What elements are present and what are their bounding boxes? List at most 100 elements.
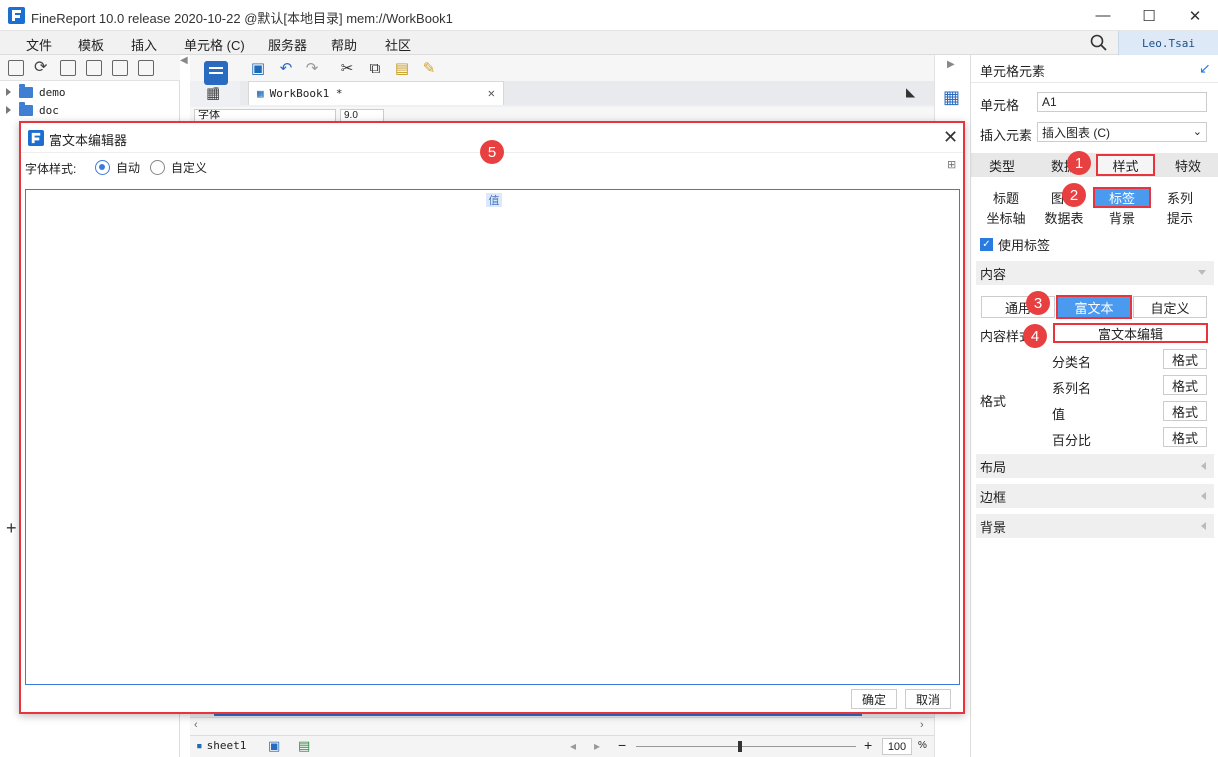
collapse-left-panel-icon[interactable]: ◀ xyxy=(180,55,190,79)
cut-icon[interactable]: ✂ xyxy=(337,58,357,78)
subtab-series[interactable]: 系列 xyxy=(1151,188,1209,207)
radio-unselected-icon[interactable] xyxy=(150,160,165,175)
radio-auto[interactable]: 自动 xyxy=(95,159,140,176)
copy-icon[interactable] xyxy=(138,60,154,76)
menu-community[interactable]: 社区 xyxy=(385,35,411,54)
copy-icon[interactable]: ⧉ xyxy=(365,58,385,78)
subtab-datasheet[interactable]: 数据表 xyxy=(1035,208,1093,227)
subtab-label[interactable]: 标签 xyxy=(1093,187,1151,208)
scroll-right-icon[interactable]: › xyxy=(920,719,924,731)
menu-cell[interactable]: 单元格 (C) xyxy=(184,35,245,54)
expand-right-panel-icon[interactable]: ▶ xyxy=(947,59,955,70)
zoom-input[interactable]: 100 xyxy=(882,738,912,755)
toolbar-toggle-icon[interactable]: ⊞ xyxy=(947,158,956,171)
close-tab-icon[interactable]: ✕ xyxy=(488,86,495,100)
rich-text-edit-area[interactable]: 值 xyxy=(25,189,960,685)
menu-server[interactable]: 服务器 xyxy=(268,35,307,54)
redo-icon[interactable]: ↷ xyxy=(302,58,322,78)
expand-arrow-icon[interactable] xyxy=(6,88,11,96)
expand-arrow-icon[interactable] xyxy=(6,106,11,114)
cell-field[interactable]: A1 xyxy=(1037,92,1207,112)
menu-help[interactable]: 帮助 xyxy=(331,35,357,54)
subtab-axis[interactable]: 坐标轴 xyxy=(977,208,1035,227)
prev-sheet-icon[interactable]: ◂ xyxy=(570,739,576,753)
delete-icon[interactable] xyxy=(112,60,128,76)
step-badge-2: 2 xyxy=(1062,183,1086,207)
add-form-sheet-icon[interactable]: ▤ xyxy=(298,738,310,754)
undo-icon[interactable]: ↶ xyxy=(276,58,296,78)
subtab-tooltip[interactable]: 提示 xyxy=(1151,208,1209,227)
mode-custom-button[interactable]: 自定义 xyxy=(1133,296,1207,318)
menu-file[interactable]: 文件 xyxy=(26,35,52,54)
layout-section[interactable]: 布局 xyxy=(976,454,1214,478)
menu-template[interactable]: 模板 xyxy=(78,35,104,54)
paste-icon[interactable]: ▤ xyxy=(392,58,412,78)
radio-custom[interactable]: 自定义 xyxy=(150,159,207,176)
tree-item-demo[interactable]: demo xyxy=(6,83,66,101)
format-category-button[interactable]: 格式 xyxy=(1163,349,1207,369)
radio-custom-label: 自定义 xyxy=(171,161,208,175)
sheet-tab-sheet1[interactable]: ▪ sheet1 xyxy=(196,739,246,752)
format-label: 格式 xyxy=(980,394,1007,409)
tab-style[interactable]: 样式 xyxy=(1096,154,1155,176)
cell-element-icon[interactable]: ▦ xyxy=(943,87,960,108)
settings-icon[interactable] xyxy=(86,60,102,76)
tab-type[interactable]: 类型 xyxy=(971,153,1033,177)
tab-list-icon[interactable]: ◣ xyxy=(906,85,915,99)
sheet-name: sheet1 xyxy=(206,739,247,752)
tab-workbook1[interactable]: ▦ WorkBook1 * ✕ xyxy=(248,81,504,105)
tab-effect[interactable]: 特效 xyxy=(1157,153,1218,177)
new-folder-icon[interactable] xyxy=(8,60,24,76)
checkbox-checked-icon[interactable]: ✓ xyxy=(980,238,993,251)
next-sheet-icon[interactable]: ▸ xyxy=(594,739,600,753)
format-percent-button[interactable]: 格式 xyxy=(1163,427,1207,447)
radio-selected-icon[interactable] xyxy=(95,160,110,175)
close-icon[interactable]: ✕ xyxy=(943,127,958,148)
value-token[interactable]: 值 xyxy=(486,193,502,207)
tree-item-doc[interactable]: doc xyxy=(6,101,59,119)
use-label-checkbox[interactable]: ✓ 使用标签 xyxy=(980,235,1050,254)
border-section[interactable]: 边框 xyxy=(976,484,1214,508)
collapse-arrow-icon xyxy=(1201,462,1206,470)
menu-insert[interactable]: 插入 xyxy=(131,35,157,54)
cancel-button[interactable]: 取消 xyxy=(905,689,951,709)
maximize-button[interactable]: ☐ xyxy=(1126,0,1172,31)
scroll-left-icon[interactable]: ‹ xyxy=(194,719,198,731)
format-row-category-label: 分类名 xyxy=(1052,355,1092,370)
border-section-title: 边框 xyxy=(980,489,1007,505)
zoom-out-icon[interactable]: − xyxy=(618,737,626,753)
save-icon[interactable]: ▣ xyxy=(248,58,268,78)
add-sheet-icon[interactable]: ▣ xyxy=(268,738,280,754)
content-section-title: 内容 xyxy=(980,266,1007,282)
refresh-icon[interactable]: ⟳ xyxy=(34,57,47,77)
zoom-slider[interactable] xyxy=(636,746,856,747)
rich-text-editor-dialog: 富文本编辑器 ✕ 5 字体样式: 自动 自定义 ⊞ 值 确定 取消 xyxy=(19,121,965,714)
background-section[interactable]: 背景 xyxy=(976,514,1214,538)
report-logo-icon[interactable] xyxy=(203,60,229,90)
add-icon[interactable]: + xyxy=(6,518,17,539)
search-icon[interactable] xyxy=(1090,34,1108,52)
minimize-button[interactable]: — xyxy=(1080,0,1126,31)
insert-element-select[interactable]: 插入图表 (C) ⌄ xyxy=(1037,122,1207,142)
zoom-in-icon[interactable]: + xyxy=(864,737,872,753)
chevron-down-icon: ⌄ xyxy=(1192,126,1202,138)
subtab-background[interactable]: 背景 xyxy=(1093,208,1151,227)
font-style-label: 字体样式: xyxy=(25,162,77,176)
ok-button[interactable]: 确定 xyxy=(851,689,897,709)
user-badge[interactable]: Leo.Tsai xyxy=(1118,31,1218,55)
properties-icon[interactable] xyxy=(60,60,76,76)
format-row-series-label: 系列名 xyxy=(1052,381,1092,396)
content-section[interactable]: 内容 xyxy=(976,261,1214,285)
richtext-edit-button[interactable]: 富文本编辑 xyxy=(1053,323,1208,343)
mode-richtext-button[interactable]: 富文本 xyxy=(1056,295,1132,319)
horizontal-scrollbar[interactable]: ‹ › xyxy=(190,717,934,735)
format-painter-icon[interactable]: ✎ xyxy=(419,58,439,78)
format-value-button[interactable]: 格式 xyxy=(1163,401,1207,421)
chevron-down-icon xyxy=(1198,270,1206,275)
format-series-button[interactable]: 格式 xyxy=(1163,375,1207,395)
step-badge-1: 1 xyxy=(1067,151,1091,175)
edit-pin-icon[interactable]: ↙ xyxy=(1199,60,1211,77)
subtab-title[interactable]: 标题 xyxy=(977,188,1035,207)
close-window-button[interactable]: ✕ xyxy=(1172,0,1218,31)
zoom-slider-thumb[interactable] xyxy=(738,741,742,752)
